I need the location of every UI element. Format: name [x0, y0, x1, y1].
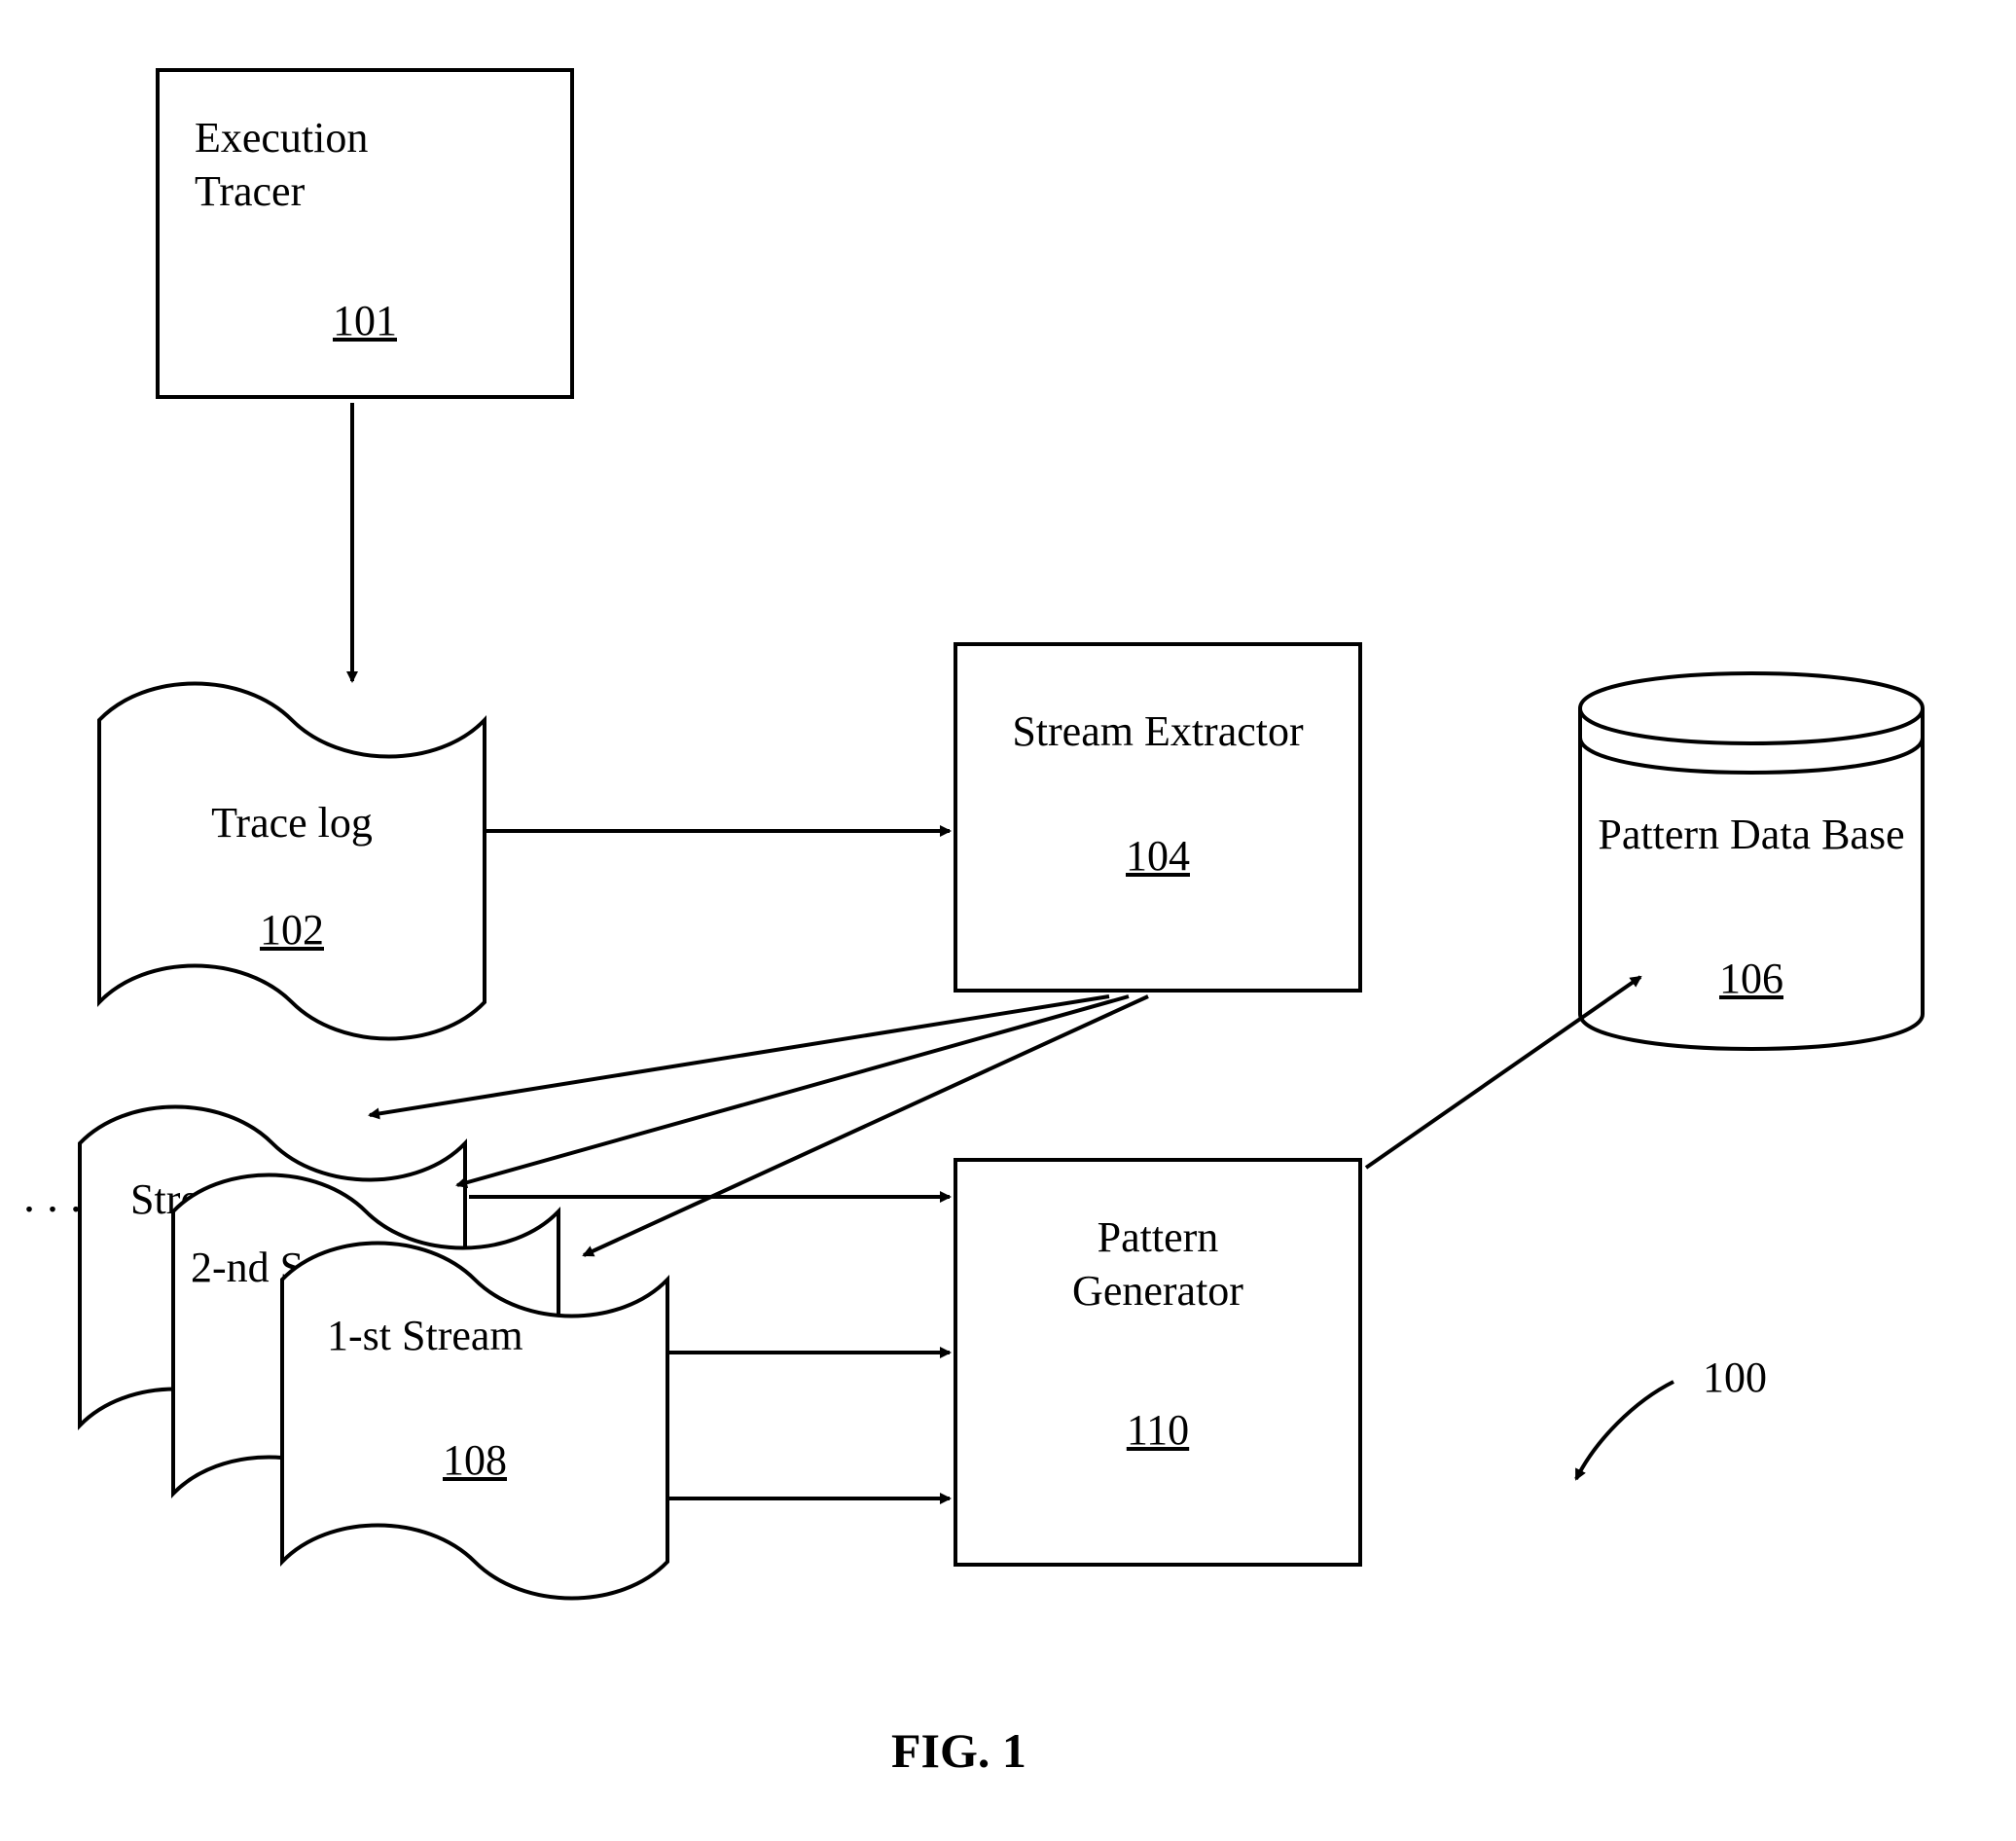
arrows-layer: [0, 0, 2016, 1841]
arrow-generator-to-db: [1366, 977, 1640, 1168]
leader-overall-ref: [1576, 1382, 1674, 1479]
diagram-canvas: Execution Tracer 101 Trace log 102 Strea…: [0, 0, 2016, 1841]
arrow-extractor-to-stream-back: [370, 996, 1109, 1115]
arrow-extractor-to-stream-mid: [457, 996, 1129, 1185]
